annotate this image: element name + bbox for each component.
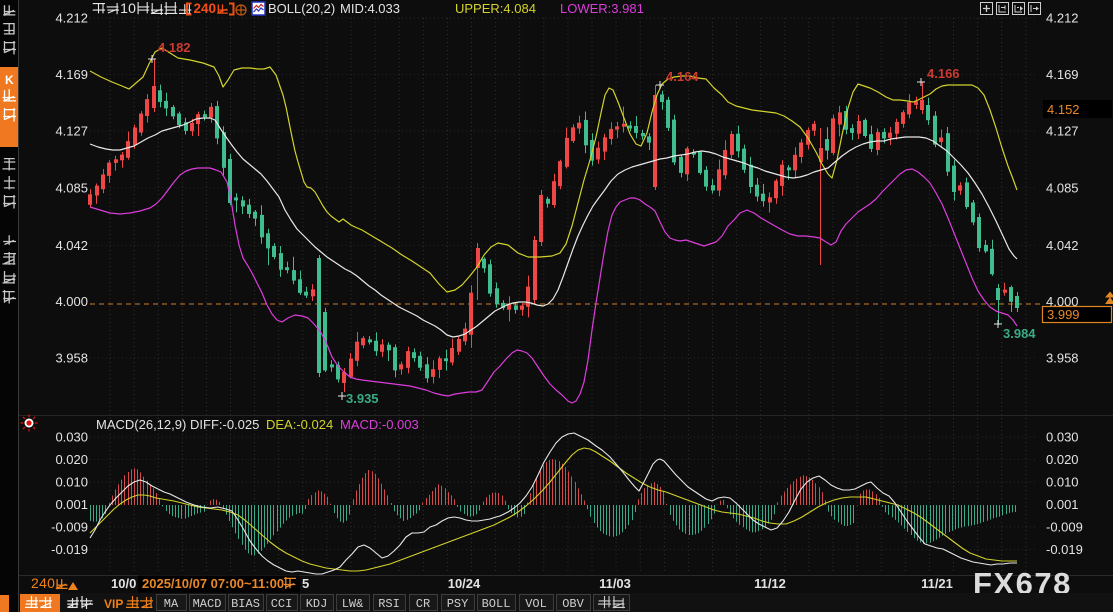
svg-text:4.127: 4.127 bbox=[55, 124, 88, 139]
svg-text:240: 240 bbox=[194, 1, 217, 16]
svg-text:4.182: 4.182 bbox=[158, 40, 191, 55]
svg-text:MACD:-0.003: MACD:-0.003 bbox=[340, 417, 419, 432]
svg-text:3.984: 3.984 bbox=[1003, 326, 1036, 341]
svg-text:UPPER:4.084: UPPER:4.084 bbox=[455, 1, 536, 16]
svg-text:OBV: OBV bbox=[562, 597, 584, 611]
svg-text:4.212: 4.212 bbox=[55, 11, 88, 26]
svg-text:3.958: 3.958 bbox=[1046, 350, 1079, 365]
svg-text:DEA:-0.024: DEA:-0.024 bbox=[266, 417, 333, 432]
svg-text:3.999: 3.999 bbox=[1047, 307, 1080, 322]
svg-text:-0.019: -0.019 bbox=[51, 542, 88, 557]
svg-text:LOWER:3.981: LOWER:3.981 bbox=[560, 1, 644, 16]
svg-text:4.169: 4.169 bbox=[55, 67, 88, 82]
svg-text:4.042: 4.042 bbox=[55, 238, 88, 253]
svg-text:BIAS: BIAS bbox=[231, 597, 260, 611]
svg-text:0.020: 0.020 bbox=[55, 452, 88, 467]
svg-text:4.085: 4.085 bbox=[55, 180, 88, 195]
svg-text:4.169: 4.169 bbox=[1046, 67, 1079, 82]
svg-text:0.020: 0.020 bbox=[1046, 452, 1079, 467]
svg-text:4: 4 bbox=[39, 575, 47, 591]
svg-text:-0.009: -0.009 bbox=[1046, 520, 1083, 535]
svg-text:11/12: 11/12 bbox=[754, 576, 786, 591]
svg-text:4.042: 4.042 bbox=[1046, 238, 1079, 253]
svg-text:MA: MA bbox=[164, 597, 179, 611]
svg-text:3.958: 3.958 bbox=[55, 350, 88, 365]
svg-text:VIP: VIP bbox=[104, 597, 123, 611]
svg-text:0.001: 0.001 bbox=[55, 497, 88, 512]
svg-text:0: 0 bbox=[128, 0, 136, 16]
svg-text:4.166: 4.166 bbox=[927, 66, 960, 81]
svg-text:4.000: 4.000 bbox=[55, 294, 88, 309]
svg-text:DIFF:-0.025: DIFF:-0.025 bbox=[190, 417, 259, 432]
svg-text:RSI: RSI bbox=[378, 597, 400, 611]
svg-text:0.010: 0.010 bbox=[1046, 475, 1079, 490]
svg-text:0: 0 bbox=[47, 575, 55, 591]
svg-text:CR: CR bbox=[416, 597, 430, 611]
svg-text:4.212: 4.212 bbox=[1046, 11, 1079, 26]
svg-text:CCI: CCI bbox=[271, 597, 293, 611]
svg-text:2: 2 bbox=[31, 575, 39, 591]
svg-text:PSY: PSY bbox=[447, 597, 469, 611]
svg-text:11/21: 11/21 bbox=[921, 576, 953, 591]
svg-text:MACD: MACD bbox=[193, 597, 222, 611]
svg-text:11/03: 11/03 bbox=[599, 576, 631, 591]
svg-text:MID:4.033: MID:4.033 bbox=[340, 1, 400, 16]
svg-text:-0.009: -0.009 bbox=[51, 520, 88, 535]
svg-text:0.030: 0.030 bbox=[1046, 430, 1079, 445]
svg-text:10/0: 10/0 bbox=[111, 576, 136, 591]
svg-text:-0.019: -0.019 bbox=[1046, 542, 1083, 557]
svg-text:4.127: 4.127 bbox=[1046, 124, 1079, 139]
svg-text:K: K bbox=[5, 73, 14, 87]
svg-text:BOLL(20,2): BOLL(20,2) bbox=[268, 1, 335, 16]
svg-text:2025/10/07 07:00~11:00: 2025/10/07 07:00~11:00 bbox=[142, 576, 284, 591]
svg-text:LW&: LW& bbox=[342, 597, 364, 611]
svg-text:4.152: 4.152 bbox=[1047, 102, 1080, 117]
svg-text:10/24: 10/24 bbox=[448, 576, 481, 591]
svg-text:5: 5 bbox=[302, 576, 309, 591]
svg-text:1: 1 bbox=[120, 0, 128, 16]
svg-text:3.935: 3.935 bbox=[346, 391, 379, 406]
svg-text:0.001: 0.001 bbox=[1046, 497, 1079, 512]
svg-text:VOL: VOL bbox=[525, 597, 547, 611]
svg-text:MACD(26,12,9): MACD(26,12,9) bbox=[96, 417, 186, 432]
svg-text:0.010: 0.010 bbox=[55, 475, 88, 490]
svg-text:4.085: 4.085 bbox=[1046, 180, 1079, 195]
svg-text:4.164: 4.164 bbox=[666, 69, 699, 84]
svg-text:BOLL: BOLL bbox=[482, 597, 511, 611]
svg-text:0.030: 0.030 bbox=[55, 430, 88, 445]
svg-text:KDJ: KDJ bbox=[306, 597, 328, 611]
